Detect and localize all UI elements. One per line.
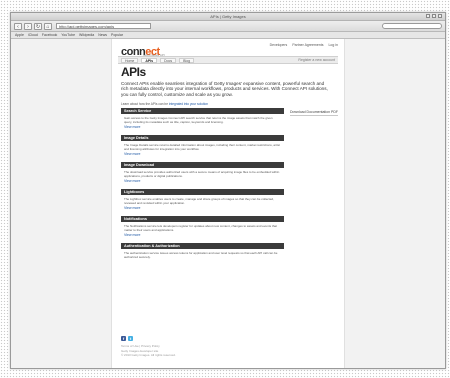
bookmark-item[interactable]: News bbox=[98, 33, 107, 37]
minimize-button[interactable] bbox=[426, 14, 430, 18]
api-section: Image Download The download service prov… bbox=[121, 162, 284, 183]
address-bar[interactable]: http://api.gettyimages.com/apis bbox=[56, 23, 151, 29]
browser-toolbar: ‹ › ↻ ⌂ http://api.gettyimages.com/apis bbox=[11, 21, 445, 32]
header-links: Developers Partner Agreements Log in bbox=[270, 43, 338, 47]
header-link-developers[interactable]: Developers bbox=[270, 43, 288, 47]
view-more-link[interactable]: View more bbox=[121, 124, 284, 129]
section-description: The download service provides authorized… bbox=[124, 170, 280, 178]
intro-paragraph: Connect APIs enable seamless integration… bbox=[121, 81, 328, 97]
view-more-link[interactable]: View more bbox=[121, 205, 284, 210]
page-viewport: connect gettyimages API Developers Partn… bbox=[11, 39, 445, 368]
social-links: f t bbox=[121, 336, 133, 341]
close-button[interactable] bbox=[438, 14, 442, 18]
api-section: Notifications The Notifications service … bbox=[121, 216, 284, 237]
title-bar: APIs | Getty Images bbox=[11, 13, 445, 21]
bookmark-item[interactable]: YouTube bbox=[61, 33, 75, 37]
section-description: Gain access to the Getty Images Connect … bbox=[124, 116, 273, 124]
window-title: APIs | Getty Images bbox=[210, 14, 246, 19]
view-more-link[interactable]: View more bbox=[121, 232, 284, 237]
integration-note: Learn about how the APIs can be integrat… bbox=[121, 102, 281, 106]
window-controls bbox=[426, 14, 442, 18]
browser-search-input[interactable] bbox=[382, 23, 442, 29]
bookmark-item[interactable]: Apple bbox=[15, 33, 24, 37]
api-section: Image Details The Image Details service … bbox=[121, 135, 284, 156]
back-icon[interactable]: ‹ bbox=[14, 22, 22, 30]
nav-tab-home[interactable]: Home bbox=[121, 57, 139, 63]
section-description: The Lightbox service enables users to cr… bbox=[124, 197, 274, 205]
view-more-link[interactable]: View more bbox=[121, 178, 284, 183]
nav-tab-blog[interactable]: Blog bbox=[179, 57, 195, 63]
sidebar: Download Documentation PDF bbox=[290, 110, 338, 116]
bookmarks-bar: Apple iCloud Facebook YouTube Wikipedia … bbox=[11, 32, 445, 39]
register-link[interactable]: Register a new account bbox=[298, 58, 335, 62]
twitter-icon[interactable]: t bbox=[128, 336, 133, 341]
nav-tab-apis[interactable]: APIs bbox=[141, 57, 158, 63]
browser-window: APIs | Getty Images ‹ › ↻ ⌂ http://api.g… bbox=[10, 12, 446, 369]
copyright-text: © 2013 Getty Images. All rights reserved… bbox=[121, 353, 176, 357]
bookmark-item[interactable]: iCloud bbox=[28, 33, 38, 37]
integration-note-text: Learn about how the APIs can be bbox=[121, 102, 168, 106]
view-more-link[interactable]: View more bbox=[121, 151, 284, 156]
bookmark-item[interactable]: Facebook bbox=[42, 33, 57, 37]
header-link-partner[interactable]: Partner Agreements bbox=[292, 43, 323, 47]
home-icon[interactable]: ⌂ bbox=[44, 22, 52, 30]
documentation-pdf-link[interactable]: Download Documentation PDF bbox=[290, 110, 338, 116]
facebook-icon[interactable]: f bbox=[121, 336, 126, 341]
api-section: Search Service Gain access to the Getty … bbox=[121, 108, 284, 129]
desktop-background: APIs | Getty Images ‹ › ↻ ⌂ http://api.g… bbox=[0, 0, 450, 378]
section-description: The authentication service issues access… bbox=[124, 251, 278, 259]
reload-icon[interactable]: ↻ bbox=[34, 22, 42, 30]
forward-icon[interactable]: › bbox=[24, 22, 32, 30]
section-description: The Image Details service returns detail… bbox=[124, 143, 280, 151]
maximize-button[interactable] bbox=[432, 14, 436, 18]
page-title: APIs bbox=[121, 65, 146, 79]
nav-tab-docs[interactable]: Docs bbox=[160, 57, 177, 63]
api-section: Lightboxes The Lightbox service enables … bbox=[121, 189, 284, 210]
api-sections: Search Service Gain access to the Getty … bbox=[121, 108, 284, 265]
site-nav: Home APIs Docs Blog Register a new accou… bbox=[118, 56, 338, 64]
api-section: Authentication & Authorization The authe… bbox=[121, 243, 284, 259]
integration-note-link[interactable]: integrated into your solution bbox=[169, 102, 208, 106]
site-logo[interactable]: connect gettyimages API bbox=[121, 42, 165, 58]
site-footer: Terms of Use | Privacy Policy Getty Imag… bbox=[121, 344, 241, 358]
bookmark-item[interactable]: Wikipedia bbox=[79, 33, 94, 37]
section-description: The Notifications service lets developer… bbox=[124, 224, 277, 232]
site-container: connect gettyimages API Developers Partn… bbox=[111, 39, 345, 368]
header-link-login[interactable]: Log in bbox=[328, 43, 338, 47]
bookmark-item[interactable]: Popular bbox=[111, 33, 123, 37]
